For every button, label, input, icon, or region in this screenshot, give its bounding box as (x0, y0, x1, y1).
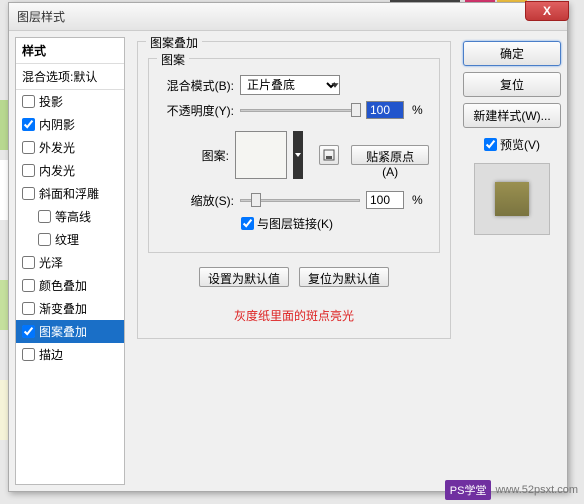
sidebar-item-stroke[interactable]: 描边 (16, 343, 124, 366)
watermark-badge: PS学堂 (445, 480, 492, 500)
blend-mode-label: 混合模式(B): (159, 77, 234, 94)
sidebar-blending-options[interactable]: 混合选项:默认 (16, 63, 124, 90)
pattern-group: 图案 混合模式(B): 正片叠底 不透明度(Y): (148, 58, 440, 253)
titlebar[interactable]: 图层样式 X (9, 3, 567, 31)
preview-label: 预览(V) (500, 136, 540, 153)
opacity-slider[interactable] (240, 109, 360, 112)
opacity-label: 不透明度(Y): (159, 102, 234, 119)
sidebar-item-label: 颜色叠加 (39, 277, 87, 294)
sidebar-item-outer-glow[interactable]: 外发光 (16, 136, 124, 159)
dialog-title: 图层样式 (17, 8, 65, 25)
preview-checkbox[interactable] (484, 138, 497, 151)
checkbox-satin[interactable] (22, 256, 35, 269)
sidebar-item-pattern-overlay[interactable]: 图案叠加 (16, 320, 124, 343)
new-style-button[interactable]: 新建样式(W)... (463, 103, 561, 128)
checkbox-inner-glow[interactable] (22, 164, 35, 177)
pattern-dropdown[interactable] (293, 131, 302, 179)
slider-thumb[interactable] (251, 193, 261, 207)
sidebar-item-inner-glow[interactable]: 内发光 (16, 159, 124, 182)
scale-label: 缩放(S): (159, 192, 234, 209)
checkbox-outer-glow[interactable] (22, 141, 35, 154)
close-button[interactable]: X (525, 1, 569, 21)
checkbox-color-overlay[interactable] (22, 279, 35, 292)
snap-origin-button[interactable]: 贴紧原点(A) (351, 145, 429, 165)
sidebar-item-label: 内发光 (39, 162, 75, 179)
checkbox-bevel-emboss[interactable] (22, 187, 35, 200)
percent-label: % (412, 103, 423, 117)
section-title: 图案叠加 (146, 34, 202, 51)
sidebar-item-contour[interactable]: 等高线 (16, 205, 124, 228)
sidebar-item-label: 斜面和浮雕 (39, 185, 99, 202)
watermark-url: www.52psxt.com (495, 484, 578, 496)
sidebar-item-label: 图案叠加 (39, 323, 87, 340)
ok-button[interactable]: 确定 (463, 41, 561, 66)
reset-default-button[interactable]: 复位为默认值 (299, 267, 389, 287)
checkbox-inner-shadow[interactable] (22, 118, 35, 131)
checkbox-pattern-overlay[interactable] (22, 325, 35, 338)
link-with-layer-label: 与图层链接(K) (257, 215, 333, 232)
sidebar-item-drop-shadow[interactable]: 投影 (16, 90, 124, 113)
pattern-swatch[interactable] (235, 131, 287, 179)
percent-label: % (412, 193, 423, 207)
checkbox-contour[interactable] (38, 210, 51, 223)
preview-box (474, 163, 550, 235)
right-column: 确定 复位 新建样式(W)... 预览(V) (463, 37, 561, 485)
layer-style-dialog: 图层样式 X 样式 混合选项:默认 投影 内阴影 外发光 内发光 (8, 2, 568, 492)
sidebar-item-label: 外发光 (39, 139, 75, 156)
sidebar-item-satin[interactable]: 光泽 (16, 251, 124, 274)
sidebar-item-inner-shadow[interactable]: 内阴影 (16, 113, 124, 136)
main-panel: 图案叠加 图案 混合模式(B): 正片叠底 不透明度(Y): (131, 37, 457, 485)
watermark: PS学堂 www.52psxt.com (445, 480, 578, 500)
group-title: 图案 (157, 51, 189, 68)
sidebar-item-label: 光泽 (39, 254, 63, 271)
scale-slider[interactable] (240, 199, 360, 202)
sidebar-item-label: 纹理 (55, 231, 79, 248)
sidebar-item-label: 等高线 (55, 208, 91, 225)
link-with-layer-checkbox[interactable] (241, 217, 254, 230)
opacity-input[interactable] (366, 101, 404, 119)
pattern-label: 图案: (159, 147, 229, 164)
sidebar-item-color-overlay[interactable]: 颜色叠加 (16, 274, 124, 297)
close-icon: X (543, 4, 551, 18)
sidebar-item-gradient-overlay[interactable]: 渐变叠加 (16, 297, 124, 320)
cancel-button[interactable]: 复位 (463, 72, 561, 97)
make-default-button[interactable]: 设置为默认值 (199, 267, 289, 287)
sidebar-header: 样式 (16, 38, 124, 63)
scale-input[interactable] (366, 191, 404, 209)
annotation-text: 灰度纸里面的斑点亮光 (148, 307, 440, 324)
checkbox-texture[interactable] (38, 233, 51, 246)
slider-thumb[interactable] (351, 103, 361, 117)
sidebar-item-label: 内阴影 (39, 116, 75, 133)
sidebar-item-label: 描边 (39, 346, 63, 363)
preview-swatch (495, 182, 529, 216)
blend-mode-select[interactable]: 正片叠底 (240, 75, 340, 95)
new-preset-icon (323, 149, 335, 161)
checkbox-gradient-overlay[interactable] (22, 302, 35, 315)
sidebar-item-label: 投影 (39, 93, 63, 110)
sidebar-item-bevel-emboss[interactable]: 斜面和浮雕 (16, 182, 124, 205)
styles-sidebar: 样式 混合选项:默认 投影 内阴影 外发光 内发光 斜面和浮雕 (15, 37, 125, 485)
checkbox-drop-shadow[interactable] (22, 95, 35, 108)
sidebar-item-label: 渐变叠加 (39, 300, 87, 317)
sidebar-item-texture[interactable]: 纹理 (16, 228, 124, 251)
pattern-overlay-section: 图案叠加 图案 混合模式(B): 正片叠底 不透明度(Y): (137, 41, 451, 339)
checkbox-stroke[interactable] (22, 348, 35, 361)
new-pattern-button[interactable] (319, 145, 340, 165)
